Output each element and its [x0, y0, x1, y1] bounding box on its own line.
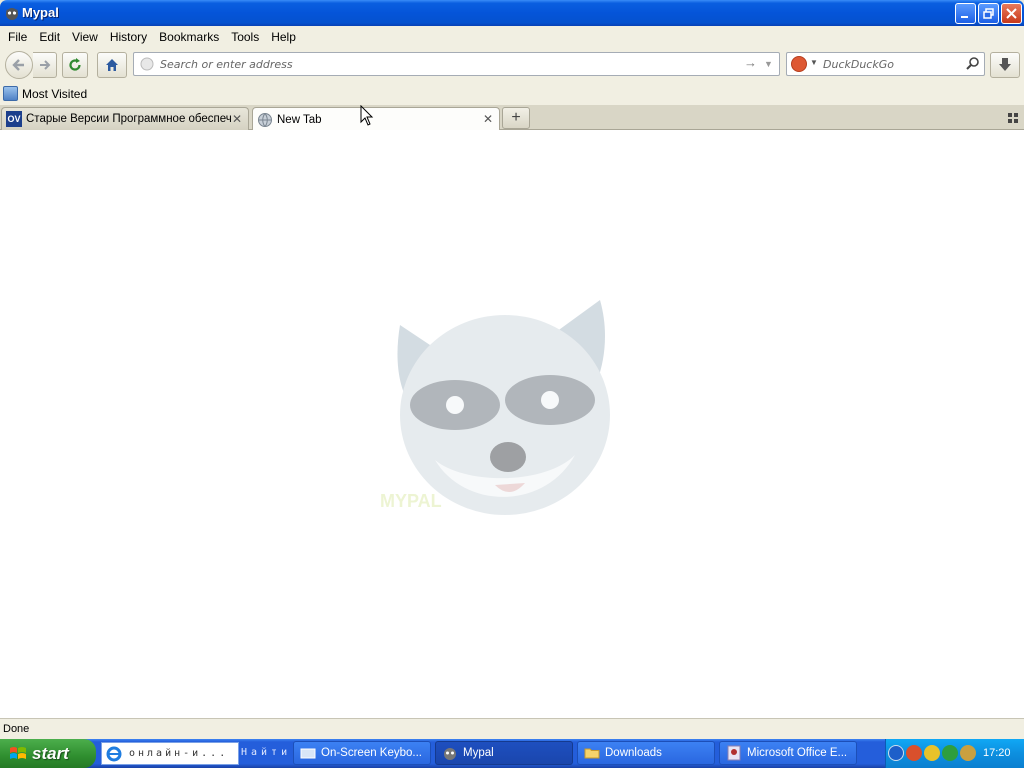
start-label: start: [32, 743, 69, 763]
status-text: Done: [3, 723, 30, 735]
task-label: On-Screen Keybo...: [321, 747, 422, 759]
site-identity-icon[interactable]: [140, 57, 154, 71]
search-icon[interactable]: [965, 56, 981, 72]
tray-expand-icon[interactable]: [888, 745, 904, 761]
task-label: Downloads: [605, 747, 662, 759]
home-button[interactable]: [97, 52, 127, 78]
menu-history[interactable]: History: [104, 28, 153, 46]
folder-icon: [584, 748, 600, 759]
task-label: Microsoft Office E...: [747, 747, 848, 759]
tab-new-tab[interactable]: New Tab ✕: [252, 107, 500, 131]
back-button[interactable]: [5, 51, 33, 79]
menu-bookmarks[interactable]: Bookmarks: [153, 28, 225, 46]
engine-dropdown-icon[interactable]: ▼: [810, 58, 818, 67]
menu-tools[interactable]: Tools: [225, 28, 265, 46]
close-button[interactable]: [1001, 3, 1022, 24]
task-microsoft-office[interactable]: Microsoft Office E...: [719, 741, 857, 765]
bookmark-most-visited[interactable]: Most Visited: [3, 86, 87, 101]
new-tab-button[interactable]: +: [502, 107, 530, 129]
tray-pen-icon[interactable]: [960, 745, 976, 761]
windows-flag-icon: [10, 746, 26, 759]
search-bar[interactable]: ▼: [786, 52, 985, 76]
page-content: MYPAL: [0, 130, 1024, 718]
raccoon-logo: MYPAL: [380, 300, 610, 515]
task-on-screen-keyboard[interactable]: On-Screen Keybo...: [293, 741, 431, 765]
home-icon: [106, 59, 118, 71]
minimize-icon: [961, 16, 968, 18]
windows-taskbar: start онлайн-и... Найти On-Screen Keybo.…: [0, 739, 1024, 768]
office-icon: [727, 745, 741, 761]
keyboard-icon: [300, 748, 316, 759]
window-title: Mypal: [22, 5, 59, 20]
menu-file[interactable]: File: [2, 28, 33, 46]
address-toolbar[interactable]: онлайн-и...: [101, 742, 239, 765]
tray-update-icon[interactable]: [924, 745, 940, 761]
download-arrow-icon: [999, 58, 1011, 71]
downloads-button[interactable]: [990, 52, 1020, 78]
reload-button[interactable]: [62, 52, 88, 78]
duckduckgo-icon[interactable]: [791, 56, 807, 72]
start-button[interactable]: start: [0, 739, 96, 768]
tray-network-icon[interactable]: [942, 745, 958, 761]
most-visited-icon: [3, 86, 18, 101]
menu-help[interactable]: Help: [265, 28, 302, 46]
tray-security-icon[interactable]: [906, 745, 922, 761]
tray-clock[interactable]: 17:20: [983, 747, 1011, 759]
mouse-cursor-icon: [360, 105, 374, 126]
find-label[interactable]: Найти: [241, 747, 291, 758]
reload-icon: [69, 58, 81, 71]
task-mypal[interactable]: Mypal: [435, 741, 573, 765]
address-bar[interactable]: → ▼: [133, 52, 780, 76]
task-label: Mypal: [463, 747, 494, 759]
status-bar: Done: [0, 718, 1024, 739]
back-arrow-icon: [12, 59, 24, 71]
navigation-toolbar: → ▼ ▼: [0, 48, 1024, 84]
restore-icon: [983, 8, 994, 19]
bookmark-label: Most Visited: [22, 86, 88, 101]
title-bar[interactable]: Mypal: [0, 0, 1024, 26]
forward-button[interactable]: [33, 52, 57, 78]
url-history-dropdown-icon[interactable]: ▼: [764, 55, 776, 73]
tab-close-icon[interactable]: ✕: [232, 112, 242, 126]
restore-button[interactable]: [978, 3, 999, 24]
task-downloads[interactable]: Downloads: [577, 741, 715, 765]
tab-close-icon[interactable]: ✕: [483, 112, 493, 126]
minimize-button[interactable]: [955, 3, 976, 24]
url-input[interactable]: [160, 56, 720, 72]
globe-favicon-icon: [258, 112, 272, 127]
menu-edit[interactable]: Edit: [33, 28, 66, 46]
internet-explorer-icon: [106, 746, 122, 761]
tab-label: Старые Версии Программное обеспече...: [26, 113, 231, 125]
mypal-app-icon: [6, 8, 18, 20]
tab-strip: OV Старые Версии Программное обеспече...…: [0, 105, 1024, 131]
tab-list-icon[interactable]: [1007, 112, 1019, 124]
mypal-icon: [444, 748, 456, 760]
tab-label: New Tab: [277, 113, 322, 126]
ov-favicon-icon: OV: [6, 111, 22, 127]
address-toolbar-text: онлайн-и...: [129, 748, 229, 759]
system-tray: 17:20: [885, 739, 1024, 768]
go-arrow-icon[interactable]: →: [744, 55, 760, 73]
search-input[interactable]: [823, 56, 963, 72]
close-icon: [1006, 8, 1017, 19]
tab-old-versions[interactable]: OV Старые Версии Программное обеспече...…: [1, 107, 249, 130]
menu-view[interactable]: View: [66, 28, 104, 46]
bookmarks-toolbar: Most Visited: [0, 84, 1024, 105]
menu-bar: File Edit View History Bookmarks Tools H…: [0, 26, 1024, 48]
mascot-caption: MYPAL: [380, 491, 442, 511]
forward-arrow-icon: [39, 60, 50, 70]
plus-icon: +: [511, 109, 521, 126]
